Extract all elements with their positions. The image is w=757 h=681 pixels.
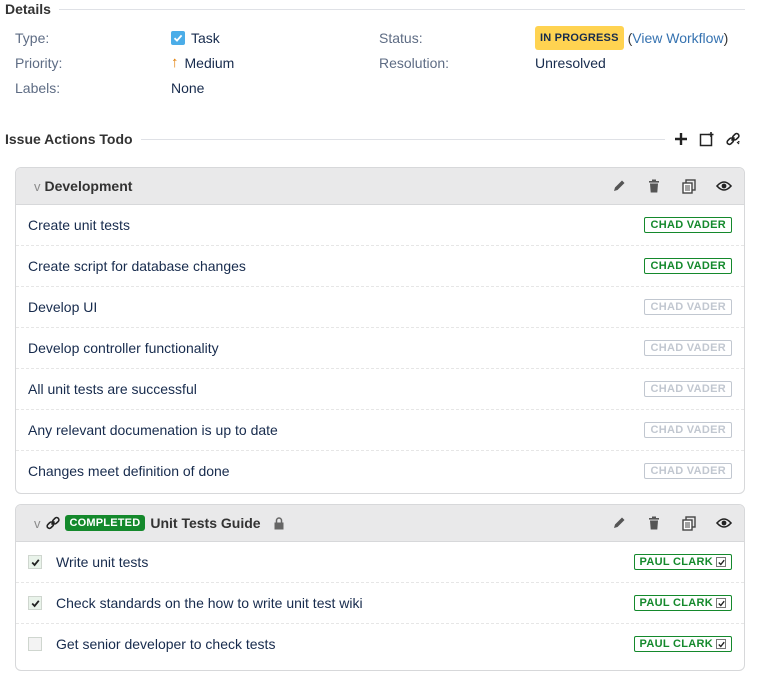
- todo-item[interactable]: Get senior developer to check tests PAUL…: [16, 624, 744, 664]
- todo-item-text: Get senior developer to check tests: [56, 636, 276, 652]
- todo-item[interactable]: Any relevant documenation is up to date …: [16, 410, 744, 451]
- todo-item[interactable]: Develop controller functionality CHAD VA…: [16, 328, 744, 369]
- check-icon: [716, 639, 726, 649]
- resolution-value: Unresolved: [535, 55, 606, 71]
- priority-value-text: Medium: [184, 55, 235, 71]
- trash-icon[interactable]: [646, 178, 662, 194]
- actions-toolbar: [673, 131, 741, 147]
- copy-icon[interactable]: [681, 515, 697, 531]
- priority-label: Priority:: [15, 55, 63, 71]
- todo-item-text: Changes meet definition of done: [28, 463, 230, 479]
- panel-header: v COMPLETED Unit Tests Guide: [16, 505, 744, 542]
- panel-tools: [611, 178, 732, 194]
- assignee-badge[interactable]: PAUL CLARK: [633, 595, 732, 611]
- todo-item[interactable]: Develop UI CHAD VADER: [16, 287, 744, 328]
- eye-icon[interactable]: [716, 178, 732, 194]
- todo-item-text: Develop UI: [28, 299, 98, 315]
- panel-tools: [611, 515, 732, 531]
- edit-pencil-icon[interactable]: [611, 515, 627, 531]
- todo-item[interactable]: Write unit tests PAUL CLARK: [16, 542, 744, 583]
- assignee-badge[interactable]: CHAD VADER: [644, 381, 732, 397]
- todo-list: Create unit tests CHAD VADER Create scri…: [16, 205, 744, 491]
- copy-icon[interactable]: [681, 178, 697, 194]
- status-label: Status:: [379, 30, 423, 46]
- labels-label: Labels:: [15, 80, 61, 96]
- checkbox-checked[interactable]: [28, 596, 42, 610]
- todo-item[interactable]: Create script for database changes CHAD …: [16, 246, 744, 287]
- assignee-badge[interactable]: PAUL CLARK: [633, 636, 732, 652]
- panel-title: Development: [44, 178, 133, 194]
- labels-value: None: [171, 80, 205, 96]
- type-value: Task: [171, 28, 220, 48]
- assignee-name: PAUL CLARK: [639, 556, 713, 568]
- priority-value: ↑ Medium: [171, 53, 234, 73]
- priority-medium-icon: ↑: [171, 54, 179, 71]
- collapse-chevron-icon[interactable]: v: [34, 516, 41, 531]
- details-header: Details: [5, 1, 745, 17]
- todo-item-text: All unit tests are successful: [28, 381, 197, 397]
- checkbox-checked[interactable]: [28, 555, 42, 569]
- todo-item[interactable]: Check standards on the how to write unit…: [16, 583, 744, 624]
- todo-item[interactable]: Changes meet definition of done CHAD VAD…: [16, 451, 744, 491]
- assignee-badge[interactable]: PAUL CLARK: [633, 554, 732, 570]
- task-icon: [171, 31, 185, 45]
- view-workflow-link[interactable]: View Workflow: [632, 28, 723, 48]
- checkbox-unchecked[interactable]: [28, 637, 42, 651]
- collapse-chevron-icon[interactable]: v: [34, 179, 41, 194]
- eye-icon[interactable]: [716, 515, 732, 531]
- linked-template-icon: [45, 515, 61, 531]
- add-checklist-icon[interactable]: [699, 131, 715, 147]
- panel-title: Unit Tests Guide: [150, 515, 261, 531]
- assignee-name: PAUL CLARK: [639, 597, 713, 609]
- assignee-badge[interactable]: CHAD VADER: [644, 340, 732, 356]
- actions-header: Issue Actions Todo: [5, 131, 665, 147]
- todo-item[interactable]: Create unit tests CHAD VADER: [16, 205, 744, 246]
- assignee-badge[interactable]: CHAD VADER: [644, 463, 732, 479]
- resolution-label: Resolution:: [379, 55, 450, 71]
- check-icon: [716, 557, 726, 567]
- lock-icon: [271, 515, 287, 531]
- actions-divider: [140, 138, 665, 140]
- assignee-badge[interactable]: CHAD VADER: [644, 422, 732, 438]
- todo-item-text: Develop controller functionality: [28, 340, 219, 356]
- todo-item-text: Create script for database changes: [28, 258, 246, 274]
- details-title: Details: [5, 1, 51, 17]
- assignee-name: PAUL CLARK: [639, 638, 713, 650]
- panel-header: v Development: [16, 168, 744, 205]
- completed-badge: COMPLETED: [64, 515, 146, 531]
- todo-panel-unit-tests-guide: v COMPLETED Unit Tests Guide Write unit …: [15, 504, 745, 671]
- status-value: IN PROGRESS (View Workflow): [535, 26, 729, 50]
- assignee-badge[interactable]: CHAD VADER: [644, 299, 732, 315]
- check-icon: [716, 598, 726, 608]
- todo-panel-development: v Development Create unit tests CHAD VAD…: [15, 167, 745, 494]
- edit-pencil-icon[interactable]: [611, 178, 627, 194]
- assignee-badge[interactable]: CHAD VADER: [644, 258, 732, 274]
- type-label: Type:: [15, 30, 50, 46]
- todo-list: Write unit tests PAUL CLARK Check standa…: [16, 542, 744, 664]
- details-divider: [58, 8, 745, 10]
- assignee-badge[interactable]: CHAD VADER: [644, 217, 732, 233]
- actions-title: Issue Actions Todo: [5, 131, 133, 147]
- workflow-close-paren: ): [723, 30, 729, 46]
- todo-item-text: Check standards on the how to write unit…: [56, 595, 363, 611]
- link-icon[interactable]: [725, 131, 741, 147]
- plus-icon[interactable]: [673, 131, 689, 147]
- type-value-text: Task: [191, 30, 220, 46]
- todo-item-text: Write unit tests: [56, 554, 149, 570]
- todo-item-text: Any relevant documenation is up to date: [28, 422, 278, 438]
- todo-item[interactable]: All unit tests are successful CHAD VADER: [16, 369, 744, 410]
- trash-icon[interactable]: [646, 515, 662, 531]
- todo-item-text: Create unit tests: [28, 217, 130, 233]
- status-badge: IN PROGRESS: [535, 26, 624, 50]
